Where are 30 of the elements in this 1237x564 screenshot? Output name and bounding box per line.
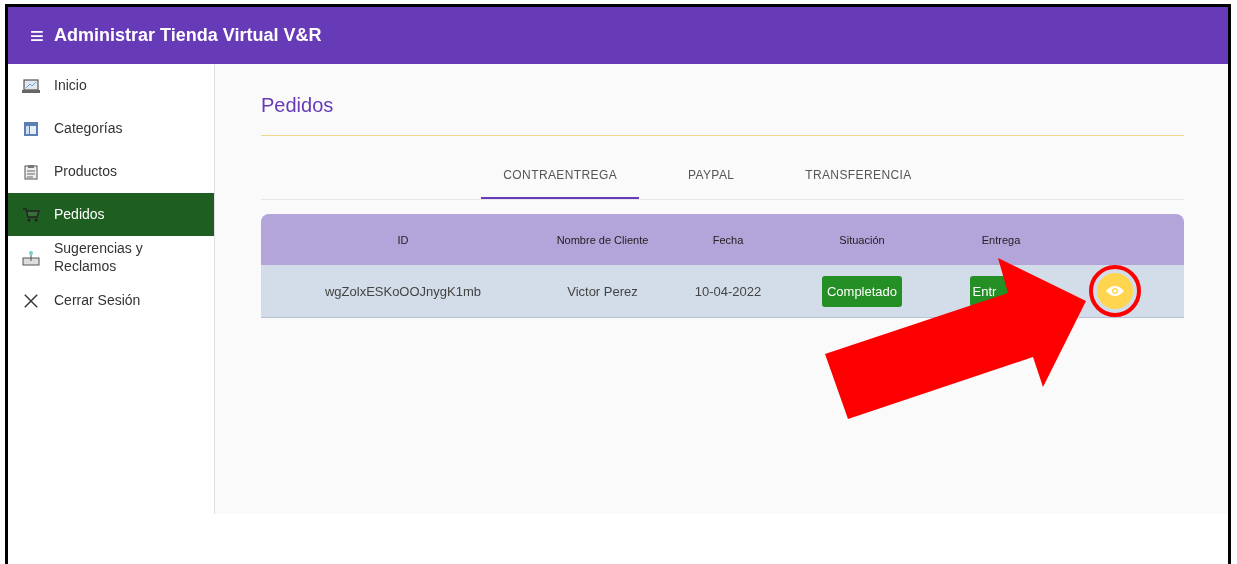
column-header: Nombre de Cliente [555,233,650,246]
table-icon [22,120,40,137]
highlight-ring [1089,265,1141,317]
column-header: Fecha [711,233,745,246]
view-button[interactable] [1097,273,1133,309]
app-title: Administrar Tienda Virtual V&R [54,25,322,46]
table-cell-text: wgZolxESKoOOJnygK1mb [323,283,483,299]
sidebar-item[interactable]: Categorías [8,107,214,150]
table-cell-text: Victor Perez [566,283,639,299]
sidebar-item[interactable]: Pedidos [8,193,214,236]
cart-icon [22,206,40,223]
sidebar-item[interactable]: Sugerencias y Reclamos [8,236,214,279]
eye-icon [1105,284,1125,298]
sidebar-item[interactable]: Productos [8,150,214,193]
monitor-icon [22,77,40,94]
sidebar-item[interactable]: Inicio [8,64,214,107]
page-title: Pedidos [261,94,335,118]
column-header: Situación [838,233,886,246]
sidebar-item[interactable]: Cerrar Sesión [8,279,214,322]
column-header: ID [396,233,410,246]
tab[interactable]: CONTRAENTREGA [481,153,640,199]
column-header: Entrega [980,233,1022,246]
tab[interactable]: PAYPAL [639,153,784,199]
inbox-icon [22,249,40,266]
table-cell-text: 10-04-2022 [693,283,763,299]
close-icon [22,292,40,309]
menu-icon[interactable]: ≡ [30,23,44,48]
status-badge: Completado [821,275,903,307]
clipboard-icon [22,163,40,180]
tab[interactable]: TRANSFERENCIA [783,153,934,199]
